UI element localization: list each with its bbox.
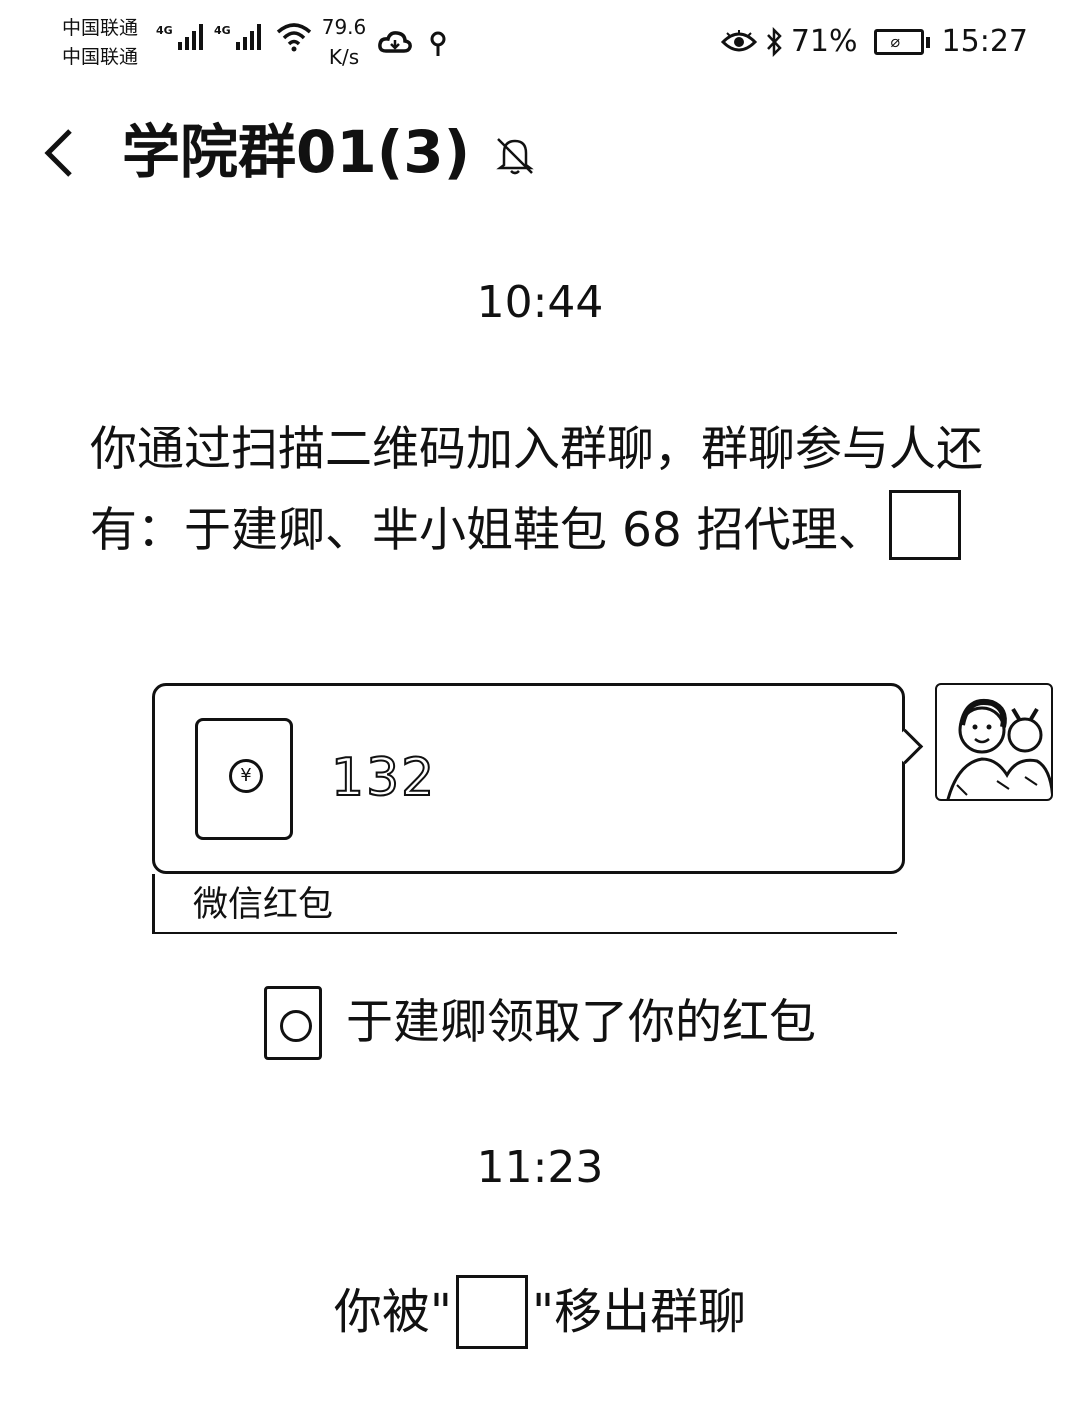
net-speed-value: 79.6: [321, 15, 367, 39]
yuan-coin-icon: ¥: [229, 759, 263, 793]
chat-header: 学院群01(3): [0, 95, 1080, 215]
wifi-icon: [276, 23, 312, 52]
right-status-group: 71% ⌀ 15:27: [720, 22, 1028, 62]
battery-percent: 71%: [790, 24, 858, 59]
remover-name-placeholder: [456, 1275, 528, 1349]
timestamp: 10:44: [476, 277, 604, 328]
red-packet-card[interactable]: ¥ 132: [152, 683, 905, 874]
bell-muted-icon: [496, 138, 534, 175]
red-packet-small-icon: [264, 986, 322, 1060]
red-packet-footer: 微信红包: [152, 874, 897, 934]
red-packet-amount: 132: [330, 747, 437, 809]
avatar-image: [946, 699, 1051, 799]
red-packet-claimed-notice: 于建卿领取了你的红包: [0, 985, 1080, 1061]
eye-icon: [720, 30, 757, 52]
network-type-1: 4G: [156, 24, 173, 37]
location-icon: [430, 31, 446, 56]
chevron-left-icon[interactable]: [36, 123, 86, 183]
carrier-2: 中国联通: [62, 46, 139, 68]
net-speed-unit: K/s: [328, 45, 360, 69]
signal-icon: 4G: [214, 24, 261, 50]
member-name-placeholder: [888, 490, 961, 560]
network-type-2: 4G: [214, 24, 231, 37]
removed-prefix: 你被": [333, 1284, 452, 1340]
claimed-text: 于建卿领取了你的红包: [346, 995, 816, 1050]
net-speed: 79.6 K/s: [318, 12, 370, 72]
timestamp: 11:23: [476, 1142, 604, 1193]
red-packet-icon: ¥: [195, 718, 293, 840]
system-message-removed: 你被" "移出群聊: [0, 1272, 1080, 1352]
avatar[interactable]: [935, 683, 1053, 801]
cloud-icon: [378, 31, 412, 53]
removed-suffix: "移出群聊: [532, 1284, 747, 1340]
signal-icon: 4G: [156, 24, 203, 50]
bluetooth-icon: [766, 27, 782, 57]
carrier-1: 中国联通: [62, 17, 139, 39]
status-bar: 中国联通 中国联通 4G 4G 79.6 K/s 71% ⌀ 15:27: [0, 0, 1080, 84]
carrier-labels: 中国联通 中国联通: [62, 14, 138, 72]
chat-title: 学院群01(3): [122, 118, 471, 186]
join-text: 你通过扫描二维码加入群聊，群聊参与人还有：于建卿、芈小姐鞋包 68 招代理、: [90, 422, 983, 558]
red-packet-label: 微信红包: [193, 885, 334, 925]
battery-icon: ⌀: [873, 29, 930, 55]
system-message-join: 你通过扫描二维码加入群聊，群聊参与人还有：于建卿、芈小姐鞋包 68 招代理、: [90, 410, 1020, 571]
clock: 15:27: [941, 24, 1028, 59]
